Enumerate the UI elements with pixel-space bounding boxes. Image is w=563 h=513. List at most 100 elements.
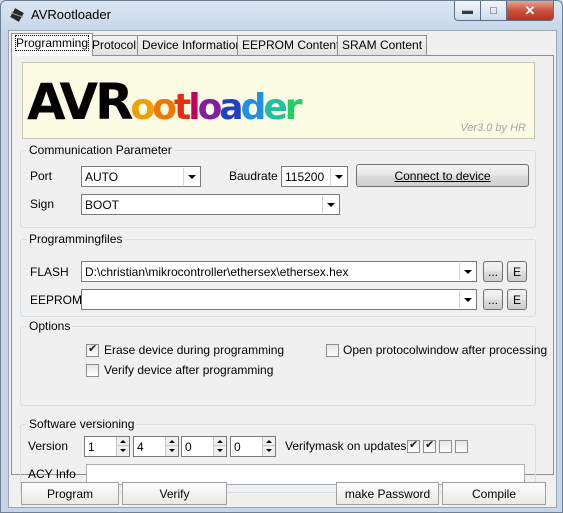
logo-letter: d [241,87,264,128]
options-group: Options Erase device during programming … [20,319,547,406]
spin-up-icon[interactable] [117,437,129,446]
verifymask-checkbox-2[interactable] [423,438,436,453]
port-value: AUTO [85,170,119,184]
flash-edit-button[interactable]: E [507,261,527,282]
version-revision-spinner[interactable]: 0 [181,436,227,457]
programming-panel: AVRootloader Ver3.0 by HR Communication … [11,55,554,493]
version-major-spinner[interactable]: 1 [84,436,130,457]
tab-programming[interactable]: Programming [11,33,94,56]
logo-letter: a [219,87,241,128]
flash-label: FLASH [30,265,69,279]
program-button[interactable]: Program [21,482,119,505]
connect-label: Connect to device [394,168,491,183]
logo-version: Ver3.0 by HR [460,122,526,134]
protocol-window-label: Open protocolwindow after processing [343,343,548,357]
tab-programming-label: Programming [14,35,90,51]
program-label: Program [46,486,93,501]
versioning-title: Software versioning [27,417,137,431]
tab-sram-content[interactable]: SRAM Content [337,35,428,55]
acy-info-label: ACY Info [28,467,76,481]
maximize-button[interactable]: □ [481,1,507,21]
connect-button[interactable]: Connect to device [356,164,529,187]
eeprom-edit-button[interactable]: E [507,289,527,310]
chevron-down-icon[interactable] [459,291,475,308]
verify-button[interactable]: Verify [122,482,227,505]
version-minor-value: 4 [137,440,144,454]
tab-eeprom-content[interactable]: EEPROM Content [237,35,345,55]
spin-up-icon[interactable] [166,437,178,446]
port-select[interactable]: AUTO [81,166,201,187]
chevron-down-icon[interactable] [330,168,346,185]
eeprom-edit-label: E [512,292,521,307]
make-password-button[interactable]: make Password [336,482,439,505]
version-label: Version [28,439,69,453]
programmingfiles-title: Programmingfiles [27,232,125,246]
eeprom-label: EEPROM [30,293,83,307]
spin-down-icon[interactable] [166,446,178,455]
logo-letter: o [131,87,155,128]
caption-buttons: ▬ □ ✕ [454,1,554,21]
verify-label: Verify [159,486,190,501]
chevron-down-icon[interactable] [459,263,475,280]
tab-protocol-label: Protocol [92,38,137,52]
make-password-label: make Password [344,486,431,501]
spinner-buttons [165,437,178,456]
spinner-buttons [116,437,129,456]
sign-value: BOOT [85,198,120,212]
logo-letter: e [263,87,286,128]
client-area: Programming Protocol Device Information … [8,30,557,508]
logo-graphic: AVRootloader [27,73,306,131]
verifymask-checkbox-4[interactable] [455,440,468,453]
sign-select[interactable]: BOOT [81,194,340,215]
flash-file-select[interactable]: D:\christian\mikrocontroller\ethersex\et… [81,261,477,282]
window-title: AVRootloader [31,7,111,22]
version-minor-spinner[interactable]: 4 [133,436,179,457]
spin-up-icon[interactable] [263,437,275,446]
flash-file-value: D:\christian\mikrocontroller\ethersex\et… [85,265,349,279]
port-label: Port [30,169,53,183]
spin-up-icon[interactable] [214,437,226,446]
tab-protocol[interactable]: Protocol [87,35,142,55]
minimize-icon: ▬ [462,4,473,17]
verify-checkbox[interactable] [86,364,99,377]
version-revision-value: 0 [185,440,192,454]
logo-letter: r [285,87,303,128]
verifymask-checkbox-3[interactable] [439,440,452,453]
tab-device-information-label: Device Information [142,38,243,52]
chevron-down-icon[interactable] [183,168,199,185]
spin-down-icon[interactable] [214,446,226,455]
eeprom-browse-button[interactable]: ... [483,289,503,310]
flash-browse-label: ... [487,264,498,279]
title-bar[interactable]: AVRootloader ▬ □ ✕ [1,1,562,29]
version-build-spinner[interactable]: 0 [230,436,276,457]
erase-checkbox[interactable] [86,342,99,357]
communication-title: Communication Parameter [27,143,174,157]
eeprom-browse-label: ... [487,292,498,307]
protocol-window-checkbox[interactable] [326,344,339,357]
logo-letter: V [59,73,98,131]
eeprom-file-select[interactable] [81,289,477,310]
logo-text: AVRootloader [27,73,303,131]
verify-option-label: Verify device after programming [104,363,274,377]
sign-label: Sign [30,197,55,211]
chevron-down-icon[interactable] [322,196,338,213]
maximize-icon: □ [490,4,497,17]
avrootloader-logo: AVRootloader Ver3.0 by HR [22,62,535,139]
minimize-button[interactable]: ▬ [454,1,481,21]
compile-button[interactable]: Compile [442,482,546,505]
verifymask-checkbox-1[interactable] [407,438,420,453]
baudrate-select[interactable]: 115200 [281,166,348,187]
close-button[interactable]: ✕ [507,1,554,21]
baudrate-label: Baudrate [229,169,278,183]
tab-device-information[interactable]: Device Information [137,35,248,55]
erase-label: Erase device during programming [104,343,285,357]
spin-down-icon[interactable] [117,446,129,455]
chip-icon [10,8,24,22]
flash-browse-button[interactable]: ... [483,261,503,282]
version-major-value: 1 [88,440,95,454]
logo-letter: R [95,73,133,131]
spin-down-icon[interactable] [263,446,275,455]
tab-eeprom-content-label: EEPROM Content [242,38,340,52]
spinner-buttons [213,437,226,456]
version-build-value: 0 [234,440,241,454]
